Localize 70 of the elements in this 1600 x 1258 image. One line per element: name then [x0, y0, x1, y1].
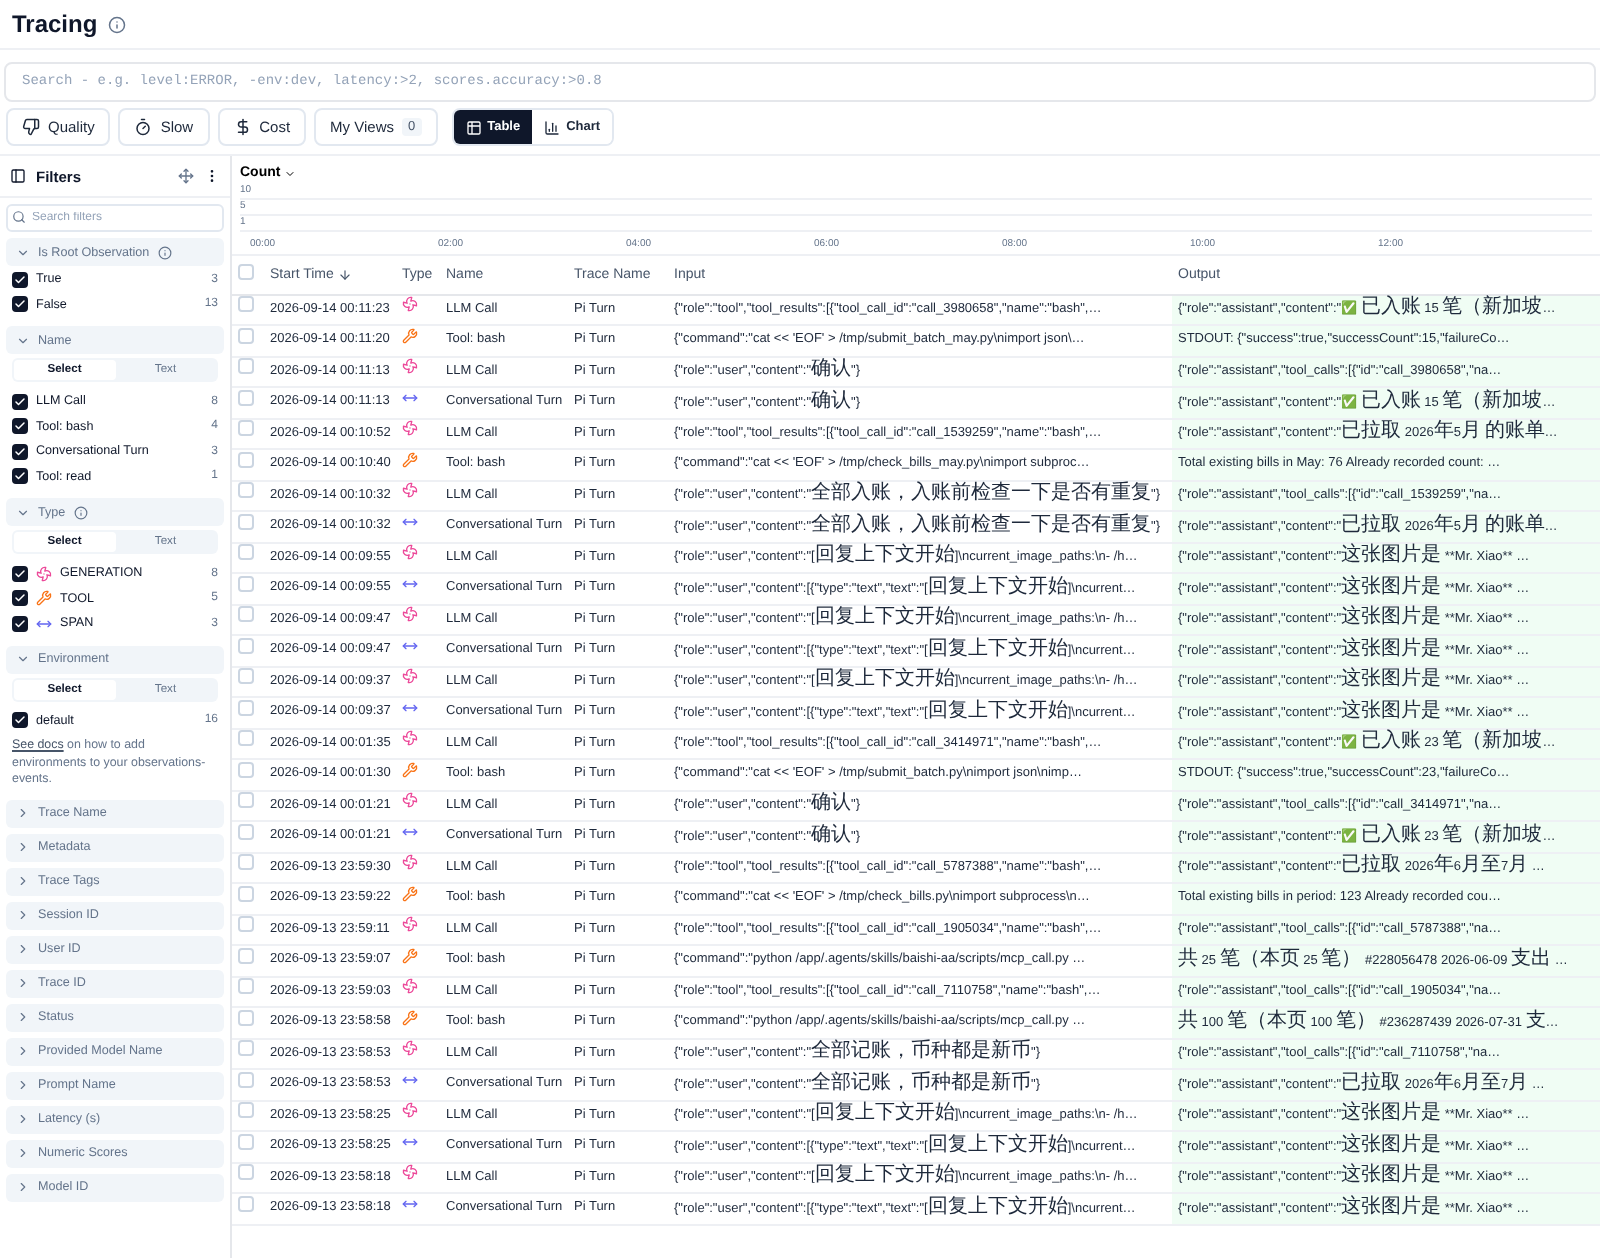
sparkle-icon: [402, 792, 418, 809]
sparkle-icon: [402, 730, 418, 747]
double-arrow-icon: [402, 637, 418, 654]
checkbox[interactable]: [12, 565, 28, 582]
wrench-icon: [402, 761, 418, 778]
checkbox[interactable]: [12, 296, 28, 313]
wrench-icon: [402, 1009, 418, 1026]
chevron-right-icon: [16, 840, 30, 854]
checkbox[interactable]: [12, 393, 28, 410]
move-icon[interactable]: [178, 168, 194, 184]
wrench-icon: [402, 327, 418, 344]
chevron-right-icon: [16, 1146, 30, 1160]
double-arrow-icon: [402, 1071, 418, 1088]
table-icon: [465, 119, 482, 135]
sparkle-icon: [402, 1102, 418, 1119]
chevron-right-icon: [16, 976, 30, 990]
info-icon: [107, 15, 126, 33]
timer-icon: [134, 118, 153, 136]
double-arrow-icon: [402, 389, 418, 406]
chevron-right-icon: [16, 874, 30, 888]
sparkle-icon: [402, 1040, 418, 1057]
panel-icon[interactable]: [10, 168, 26, 184]
chevron-right-icon: [16, 1180, 30, 1194]
wrench-icon: [402, 947, 418, 964]
chevron-down-icon: [16, 245, 30, 259]
chevron-right-icon: [16, 942, 30, 956]
chevron-down-icon: [16, 505, 30, 519]
page-title: Tracing: [12, 10, 98, 38]
chevron-down-icon: [16, 333, 30, 347]
double-arrow-icon: [36, 615, 52, 632]
sparkle-icon: [402, 1164, 418, 1181]
chevron-right-icon: [16, 1112, 30, 1126]
double-arrow-icon: [402, 1195, 418, 1212]
checkbox[interactable]: [12, 271, 28, 288]
sparkle-icon: [402, 916, 418, 933]
chevron-right-icon: [16, 1010, 30, 1024]
chevron-down-icon: [16, 652, 30, 666]
sparkle-icon: [36, 565, 52, 582]
sparkle-icon: [402, 296, 418, 313]
search-icon: [12, 210, 26, 224]
sparkle-icon: [402, 606, 418, 623]
sparkle-icon: [402, 482, 418, 499]
checkbox[interactable]: [12, 615, 28, 632]
chevron-right-icon: [16, 908, 30, 922]
sparkle-icon: [402, 358, 418, 375]
checkbox[interactable]: [12, 418, 28, 435]
sparkle-icon: [402, 854, 418, 871]
sparkle-icon: [402, 544, 418, 561]
wrench-icon: [36, 590, 52, 607]
double-arrow-icon: [402, 699, 418, 716]
sparkle-icon: [402, 978, 418, 995]
checkbox[interactable]: [12, 590, 28, 607]
chevron-right-icon: [16, 1078, 30, 1092]
double-arrow-icon: [402, 513, 418, 530]
chevron-right-icon: [16, 806, 30, 820]
double-arrow-icon: [402, 823, 418, 840]
sparkle-icon: [402, 668, 418, 685]
sparkle-icon: [402, 420, 418, 437]
double-arrow-icon: [402, 1133, 418, 1150]
wrench-icon: [402, 885, 418, 902]
checkbox[interactable]: [12, 443, 28, 460]
wrench-icon: [402, 451, 418, 468]
caret-icon: [284, 167, 297, 179]
chevron-right-icon: [16, 1044, 30, 1058]
dollar-icon: [233, 118, 252, 136]
thumbs-down-icon: [22, 118, 40, 136]
checkbox[interactable]: [12, 468, 28, 485]
double-arrow-icon: [402, 575, 418, 592]
bar-chart-icon: [544, 119, 561, 135]
checkbox[interactable]: [12, 712, 28, 729]
